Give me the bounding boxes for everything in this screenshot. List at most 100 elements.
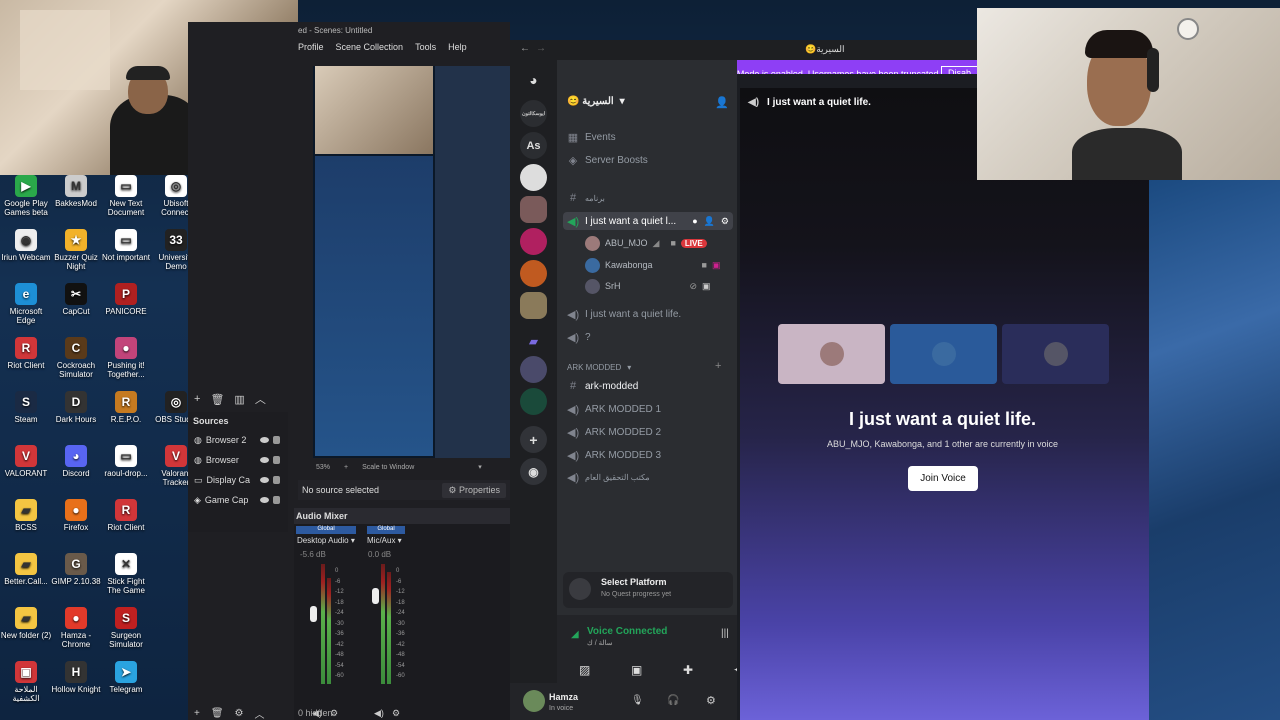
desktop-shortcut[interactable]: ➤ Telegram — [100, 661, 152, 694]
participant-tile[interactable] — [1002, 324, 1109, 384]
desktop-shortcut[interactable]: ▰ BCSS — [0, 499, 52, 532]
participant-tile[interactable] — [890, 324, 997, 384]
gear-icon[interactable]: ⚙ — [721, 216, 729, 227]
mic-volume-slider[interactable] — [372, 588, 379, 604]
server-icon[interactable] — [520, 388, 547, 415]
speaker-icon[interactable]: ◀) — [374, 708, 384, 719]
discord-home-icon[interactable]: ◕ — [520, 66, 547, 93]
join-voice-button[interactable]: Join Voice — [908, 466, 978, 491]
desktop-shortcut[interactable]: ◕ Discord — [50, 445, 102, 478]
desktop-shortcut[interactable]: C Cockroach Simulator — [50, 337, 102, 379]
server-icon[interactable] — [520, 260, 547, 287]
folder-icon[interactable]: ▰ — [520, 328, 547, 355]
desktop-shortcut[interactable]: P PANICORE — [100, 283, 152, 316]
remove-source-icon[interactable]: 🗑 — [211, 708, 224, 719]
desktop-shortcut[interactable]: ● Firefox — [50, 499, 102, 532]
filter-icon[interactable]: ▥ — [234, 393, 244, 406]
user-name[interactable]: Hamza — [549, 692, 578, 702]
server-icon[interactable]: As — [520, 132, 547, 159]
voice-connected[interactable]: Voice Connected — [587, 626, 667, 637]
microphone-icon[interactable]: 🎙 — [631, 695, 644, 706]
desktop-shortcut[interactable]: ▰ New folder (2) — [0, 607, 52, 640]
desktop-shortcut[interactable]: ● Hamza - Chrome — [50, 607, 102, 649]
zoom-level[interactable]: 53% — [316, 464, 330, 471]
properties-button[interactable]: ⚙ Properties — [442, 482, 506, 498]
lock-icon[interactable] — [273, 496, 280, 504]
desktop-shortcut[interactable]: ◉ Iriun Webcam — [0, 229, 52, 262]
voice-channel[interactable]: ◀) ARK MODDED 1 — [567, 400, 661, 418]
obs-preview[interactable] — [313, 66, 510, 458]
text-channel[interactable]: # برنامه — [567, 189, 605, 207]
desktop-shortcut[interactable]: ▰ Better.Call... — [0, 553, 52, 586]
lock-icon[interactable] — [273, 436, 280, 444]
server-icon[interactable]: ايوسكالتون — [520, 100, 547, 127]
voice-channel-active[interactable]: ◀) I just want a quiet l... ● 👤 ⚙ — [563, 212, 733, 230]
desktop-shortcut[interactable]: e Microsoft Edge — [0, 283, 52, 325]
voice-channel[interactable]: ◀) ARK MODDED 3 — [567, 446, 661, 464]
add-server-icon[interactable]: + — [520, 426, 547, 453]
back-arrow-icon[interactable]: ← — [520, 43, 530, 54]
desktop-shortcut[interactable]: ✕ Stick Fight The Game — [100, 553, 152, 595]
eye-icon[interactable] — [260, 437, 269, 443]
desktop-shortcut[interactable]: ▣ الملاحة الكشفية — [0, 661, 52, 703]
eye-icon[interactable] — [260, 477, 269, 483]
desktop-shortcut[interactable]: ▭ Not important — [100, 229, 152, 262]
add-channel-icon[interactable]: + — [715, 360, 721, 372]
participant-tile[interactable] — [778, 324, 885, 384]
voice-channel[interactable]: ◀)? — [567, 328, 591, 346]
server-icon[interactable] — [520, 228, 547, 255]
desktop-shortcut[interactable]: ▶ Google Play Games beta — [0, 175, 52, 217]
up-arrow-icon[interactable]: ︿ — [255, 391, 266, 407]
voice-user[interactable]: Kawabonga ■ ▣ — [585, 256, 721, 274]
desktop-shortcut[interactable]: R Riot Client — [100, 499, 152, 532]
voice-channel[interactable]: ◀) I just want a quiet life. — [567, 305, 681, 323]
lock-icon[interactable] — [273, 476, 280, 484]
zoom-plus-icon[interactable]: + — [344, 464, 348, 471]
desktop-shortcut[interactable]: H Hollow Knight — [50, 661, 102, 694]
forward-arrow-icon[interactable]: → — [536, 43, 546, 54]
desktop-shortcut[interactable]: ● Pushing it! Together... — [100, 337, 152, 379]
screen-share-icon[interactable]: ▣ — [631, 663, 642, 677]
eye-icon[interactable] — [260, 497, 269, 503]
source-item[interactable]: ◍ Browser — [188, 450, 288, 470]
source-item[interactable]: ▭ Display Ca — [188, 470, 288, 490]
add-scene-icon[interactable]: + — [194, 393, 200, 405]
avatar[interactable] — [523, 690, 545, 712]
desktop-volume-slider[interactable] — [310, 606, 317, 622]
add-source-icon[interactable]: + — [194, 708, 200, 719]
server-icon[interactable] — [520, 164, 547, 191]
menu-scene-collection[interactable]: Scene Collection — [336, 42, 404, 52]
text-channel[interactable]: # ark-modded — [567, 377, 638, 395]
events-item[interactable]: ▦ Events — [567, 128, 616, 146]
discover-icon[interactable]: ◉ — [520, 458, 547, 485]
add-member-icon[interactable]: 👤 — [704, 216, 715, 227]
server-name[interactable]: 😊 السيرية ▾ — [567, 96, 625, 107]
lock-icon[interactable] — [273, 456, 280, 464]
desktop-shortcut[interactable]: M BakkesMod — [50, 175, 102, 208]
voice-channel[interactable]: ◀) ARK MODDED 2 — [567, 423, 661, 441]
desktop-shortcut[interactable]: R Riot Client — [0, 337, 52, 370]
voice-channel[interactable]: ◀) مكتب التحقيق العام — [567, 468, 650, 486]
camera-off-icon[interactable]: ▨ — [579, 663, 590, 677]
remove-scene-icon[interactable]: 🗑 — [210, 393, 224, 406]
gear-icon[interactable]: ⚙ — [235, 708, 244, 719]
invite-icon[interactable]: 👤 — [715, 96, 729, 109]
activity-icon[interactable]: ✚ — [683, 663, 693, 677]
headphones-icon[interactable]: 🎧 — [667, 695, 679, 706]
server-icon[interactable] — [520, 356, 547, 383]
server-icon[interactable] — [520, 292, 547, 319]
eye-icon[interactable] — [260, 457, 269, 463]
server-icon[interactable] — [520, 196, 547, 223]
gear-icon[interactable]: ⚙ — [392, 708, 400, 719]
source-item[interactable]: ◈ Game Cap — [188, 490, 288, 510]
source-item[interactable]: ◍ Browser 2 — [188, 430, 288, 450]
menu-profile[interactable]: Profile — [298, 42, 324, 52]
noise-suppression-icon[interactable]: ||| — [721, 628, 729, 639]
up-arrow-icon[interactable]: ︿ — [255, 706, 265, 720]
desktop-shortcut[interactable]: S Steam — [0, 391, 52, 424]
quest-card[interactable]: Select Platform No Quest progress yet — [563, 572, 733, 608]
desktop-shortcut[interactable]: ▭ New Text Document — [100, 175, 152, 217]
desktop-shortcut[interactable]: S Surgeon Simulator — [100, 607, 152, 649]
mic-aux-label[interactable]: Mic/Aux ▾ — [367, 536, 402, 545]
menu-tools[interactable]: Tools — [415, 42, 436, 52]
